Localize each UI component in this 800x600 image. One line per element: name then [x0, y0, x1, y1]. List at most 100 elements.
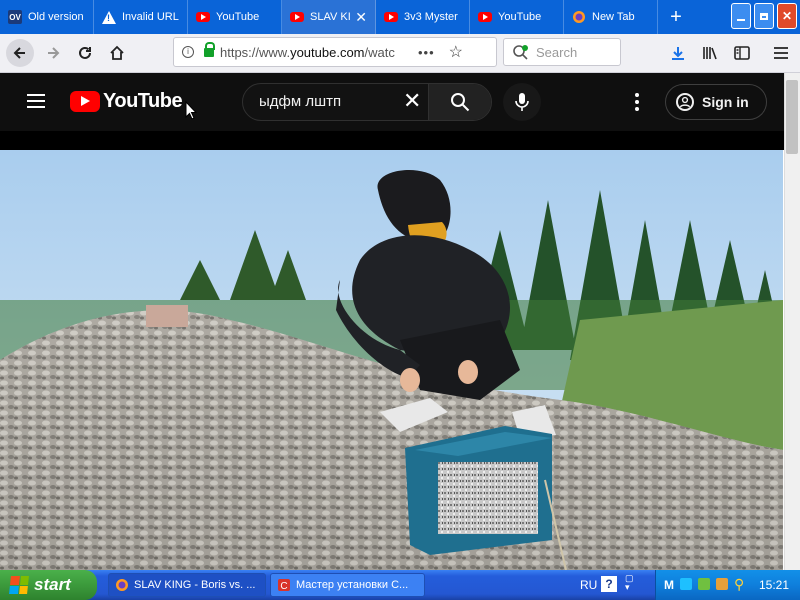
minimize-window-button[interactable] — [731, 3, 751, 29]
guide-menu-button[interactable] — [26, 93, 46, 109]
microphone-icon — [515, 93, 529, 111]
start-button[interactable]: start — [0, 570, 97, 600]
tab-old-version[interactable]: OV Old version — [0, 0, 94, 34]
warning-icon — [102, 10, 116, 24]
windows-taskbar: start SLAV KING - Boris vs. ... C Мастер… — [0, 570, 800, 600]
ov-favicon-icon: OV — [8, 10, 22, 24]
tab-title: Invalid URL — [122, 11, 179, 23]
close-icon: ✕ — [781, 9, 793, 23]
start-label: start — [34, 575, 71, 594]
youtube-favicon-icon — [478, 10, 492, 24]
tab-youtube-2[interactable]: YouTube — [470, 0, 564, 34]
installer-icon: C — [278, 579, 290, 592]
tab-slav-king[interactable]: SLAV KI ✕ — [282, 0, 376, 34]
taskbar-item-label: SLAV KING - Boris vs. ... — [134, 579, 256, 591]
home-icon — [110, 45, 124, 60]
windows-logo-icon — [9, 576, 29, 594]
header-spacer — [0, 131, 784, 150]
close-tab-icon[interactable]: ✕ — [353, 10, 369, 24]
reload-button[interactable] — [70, 38, 100, 68]
browser-search-field[interactable]: Search — [503, 38, 621, 66]
system-tray: M ⚲ 15:21 — [655, 570, 800, 600]
tab-new-tab[interactable]: New Tab — [564, 0, 658, 34]
search-placeholder: Search — [536, 44, 578, 60]
mouse-cursor-icon — [185, 101, 197, 120]
tray-icon-m[interactable]: M — [664, 578, 674, 592]
bookmark-star-icon[interactable]: ☆ — [449, 42, 463, 62]
tab-title: 3v3 Myster — [404, 11, 458, 23]
back-button[interactable] — [5, 38, 35, 68]
restore-window-button[interactable] — [754, 3, 774, 29]
taskbar-item-label: Мастер установки С... — [296, 579, 409, 591]
tab-title: New Tab — [592, 11, 635, 23]
sign-in-button[interactable]: Sign in — [665, 84, 767, 120]
tray-icon-search[interactable]: ⚲ — [734, 576, 744, 593]
tab-invalid-url[interactable]: Invalid URL — [94, 0, 188, 34]
lock-icon — [204, 41, 215, 57]
clock: 15:21 — [759, 578, 790, 592]
youtube-logo[interactable]: YouTube — [70, 90, 183, 113]
browser-nav-bar: i https://www.youtube.com/watc ••• ☆ Sea… — [0, 34, 800, 73]
tab-youtube-1[interactable]: YouTube — [188, 0, 282, 34]
tray-icon-network[interactable] — [698, 578, 710, 590]
more-dot-icon — [635, 100, 639, 104]
back-arrow-icon — [6, 39, 34, 67]
search-icon — [513, 45, 528, 60]
home-button[interactable] — [102, 38, 132, 68]
new-tab-button[interactable]: + — [658, 0, 694, 34]
download-icon — [672, 47, 684, 60]
youtube-search-input[interactable]: ыдфм лштп — [259, 93, 341, 110]
sidebar-button[interactable] — [727, 38, 757, 68]
library-icon — [703, 47, 717, 60]
video-frame-image — [0, 150, 783, 570]
youtube-favicon-icon — [290, 10, 304, 24]
tab-title: Old version — [28, 11, 84, 23]
restore-icon — [760, 12, 768, 20]
taskbar-item-installer[interactable]: C Мастер установки С... — [270, 573, 425, 597]
tray-icon-update[interactable] — [716, 578, 728, 590]
forward-arrow-icon — [48, 47, 60, 59]
taskbar-item-firefox[interactable]: SLAV KING - Boris vs. ... — [108, 573, 266, 597]
youtube-favicon-icon — [384, 10, 398, 24]
tab-title: YouTube — [216, 11, 260, 23]
tab-title: YouTube — [498, 11, 542, 23]
voice-search-button[interactable] — [503, 83, 541, 121]
svg-text:C: C — [280, 581, 287, 592]
close-window-button[interactable]: ✕ — [777, 3, 797, 29]
youtube-search-button[interactable] — [428, 84, 491, 120]
more-dot-icon — [635, 107, 639, 111]
youtube-favicon-icon — [196, 10, 210, 24]
tab-title: SLAV KI — [310, 11, 350, 23]
tray-icon-shield[interactable] — [680, 578, 692, 590]
sidebar-icon — [734, 46, 750, 60]
youtube-search-box[interactable]: ыдфм лштп ✕ — [242, 83, 492, 121]
firefox-favicon-icon — [572, 10, 586, 24]
hamburger-menu-icon — [774, 47, 788, 59]
url-text: https://www.youtube.com/watc — [220, 44, 395, 60]
help-icon[interactable]: ? — [601, 576, 617, 592]
minimize-icon — [737, 19, 745, 21]
url-bar[interactable]: i https://www.youtube.com/watc ••• ☆ — [173, 37, 497, 67]
forward-button[interactable] — [38, 38, 68, 68]
youtube-logo-text: YouTube — [103, 90, 183, 112]
language-indicator[interactable]: RU — [580, 578, 597, 592]
settings-more-button[interactable] — [627, 88, 647, 116]
firefox-icon — [116, 579, 128, 591]
video-player[interactable] — [0, 150, 783, 570]
library-button[interactable] — [695, 38, 725, 68]
page-actions-icon[interactable]: ••• — [418, 45, 435, 60]
menu-button[interactable] — [766, 38, 796, 68]
scrollbar-thumb[interactable] — [786, 80, 798, 154]
browser-tab-strip: OV Old version Invalid URL YouTube SLAV … — [0, 0, 800, 34]
hamburger-menu-icon — [27, 94, 45, 108]
tab-3v3-mystery[interactable]: 3v3 Myster — [376, 0, 470, 34]
language-bar-options-icon[interactable]: ▢ ▾ — [625, 574, 634, 592]
info-icon[interactable]: i — [182, 46, 194, 58]
search-icon — [451, 93, 470, 112]
user-avatar-icon — [676, 93, 694, 111]
clear-search-icon[interactable]: ✕ — [403, 90, 421, 112]
more-dot-icon — [635, 93, 639, 97]
downloads-button[interactable] — [663, 38, 693, 68]
sign-in-label: Sign in — [702, 94, 749, 110]
youtube-header: YouTube ыдфм лштп ✕ Sign in — [0, 73, 784, 131]
